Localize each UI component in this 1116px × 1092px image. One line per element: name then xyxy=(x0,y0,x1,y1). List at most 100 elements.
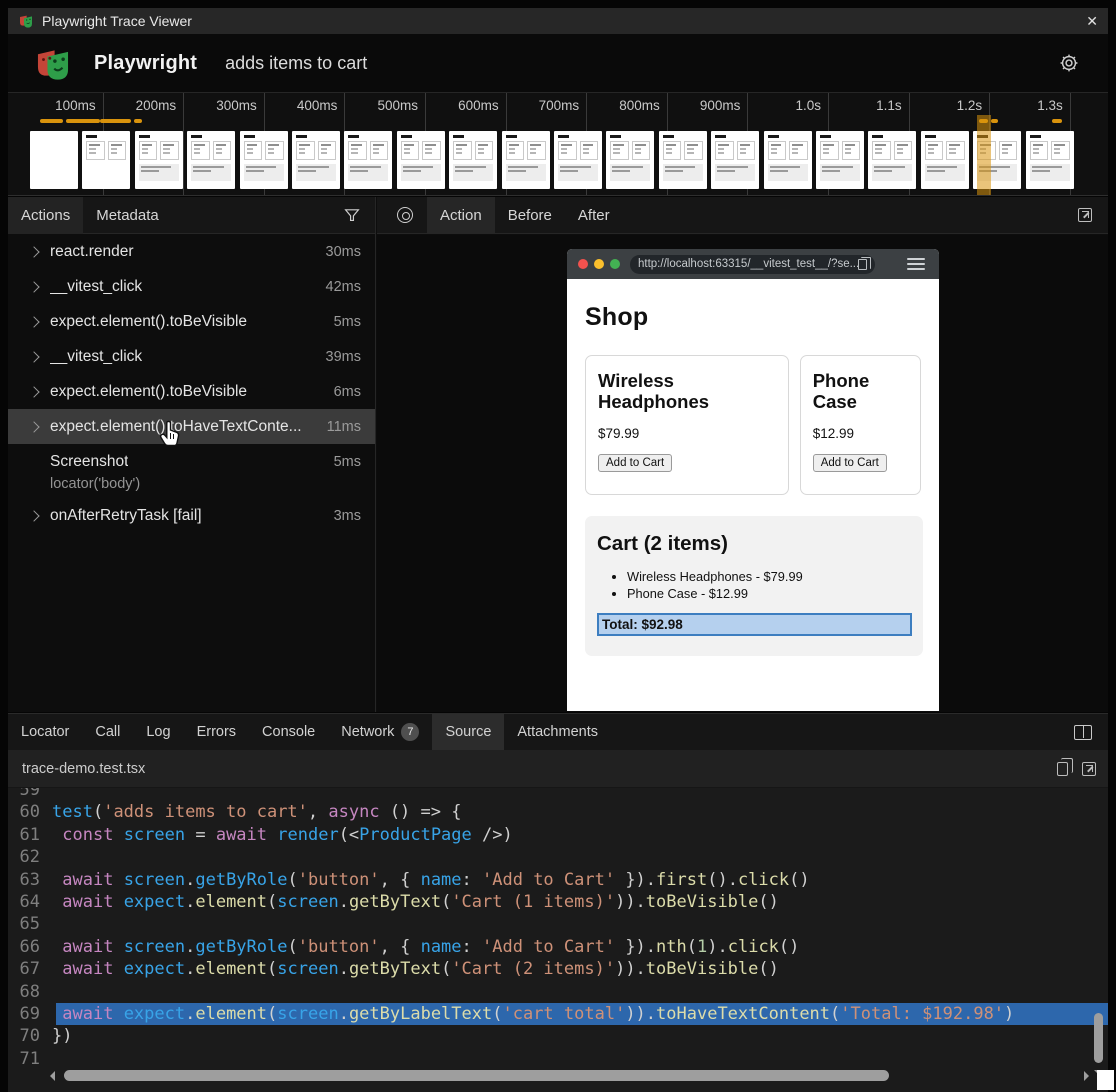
filmstrip-thumbnail[interactable] xyxy=(868,131,916,189)
filmstrip-thumbnail[interactable] xyxy=(1026,131,1074,189)
chevron-right-icon[interactable] xyxy=(28,246,39,257)
code-token: await xyxy=(62,870,113,890)
chevron-right-icon[interactable] xyxy=(28,316,39,327)
code-token: screen xyxy=(277,959,338,979)
code-token: )). xyxy=(625,1004,656,1024)
horizontal-scroll-thumb[interactable] xyxy=(64,1070,889,1081)
filmstrip-thumbnail[interactable] xyxy=(502,131,550,189)
tab-action[interactable]: Action xyxy=(427,197,495,234)
browser-chrome: http://localhost:63315/__vitest_test__/?… xyxy=(567,249,939,279)
action-row[interactable]: expect.element().toHaveTextConte...11ms xyxy=(8,409,375,444)
filmstrip-thumbnail[interactable] xyxy=(82,131,130,189)
filmstrip-thumbnail[interactable] xyxy=(187,131,235,189)
code-token xyxy=(52,892,62,912)
action-label: onAfterRetryTask [fail] xyxy=(50,507,202,525)
code-token: getByText xyxy=(349,892,441,912)
tab-log[interactable]: Log xyxy=(133,714,183,751)
action-label: __vitest_click xyxy=(50,348,142,366)
code-token: . xyxy=(185,1004,195,1024)
timeline-selection-band[interactable] xyxy=(977,115,991,196)
tab-before[interactable]: Before xyxy=(495,197,565,234)
copy-url-icon[interactable] xyxy=(858,259,867,270)
filmstrip-thumbnail[interactable] xyxy=(240,131,288,189)
line-number: 70 xyxy=(8,1025,52,1047)
code-line-highlighted: 69 await expect.element(screen.getByLabe… xyxy=(8,1003,1108,1025)
tab-console[interactable]: Console xyxy=(249,714,328,751)
open-source-external-icon[interactable] xyxy=(1082,762,1096,776)
action-duration: 39ms xyxy=(326,349,361,365)
code-token: () xyxy=(789,870,809,890)
scroll-right-arrow-icon[interactable] xyxy=(1084,1071,1089,1081)
tab-actions[interactable]: Actions xyxy=(8,197,83,234)
chevron-right-icon[interactable] xyxy=(28,510,39,521)
code-token xyxy=(113,937,123,957)
open-snapshot-external-icon[interactable] xyxy=(1078,208,1092,222)
tab-metadata[interactable]: Metadata xyxy=(83,197,172,234)
filmstrip-thumbnail[interactable] xyxy=(135,131,183,189)
filmstrip-thumbnail[interactable] xyxy=(449,131,497,189)
scroll-left-arrow-icon[interactable] xyxy=(50,1071,55,1081)
gear-icon[interactable] xyxy=(1058,52,1080,74)
line-number: 63 xyxy=(8,869,52,891)
filmstrip-thumbnail[interactable] xyxy=(397,131,445,189)
chevron-right-icon[interactable] xyxy=(28,281,39,292)
tab-attachments[interactable]: Attachments xyxy=(504,714,611,751)
action-row[interactable]: __vitest_click 39ms xyxy=(8,339,375,374)
action-row[interactable]: __vitest_click42ms xyxy=(8,269,375,304)
timeline[interactable]: 100ms200ms300ms400ms500ms600ms700ms800ms… xyxy=(8,92,1108,196)
vertical-scroll-thumb[interactable] xyxy=(1094,1013,1103,1063)
add-to-cart-button[interactable]: Add to Cart xyxy=(813,454,887,472)
action-row[interactable]: react.render30ms xyxy=(8,234,375,269)
action-row[interactable]: expect.element().toBeVisible5ms xyxy=(8,304,375,339)
chevron-right-icon[interactable] xyxy=(28,386,39,397)
action-row[interactable]: Screenshot5ms xyxy=(8,444,375,479)
tab-source[interactable]: Source xyxy=(432,714,504,751)
menu-icon[interactable] xyxy=(907,255,925,273)
code-token: element xyxy=(195,959,267,979)
code-token: = xyxy=(185,825,216,845)
code-token: . xyxy=(339,959,349,979)
url-bar[interactable]: http://localhost:63315/__vitest_test__/?… xyxy=(630,255,875,274)
tab-network[interactable]: Network7 xyxy=(328,714,432,751)
code-token: 'button' xyxy=(298,937,380,957)
traffic-light-green xyxy=(610,259,620,269)
filmstrip-thumbnail[interactable] xyxy=(344,131,392,189)
horizontal-scrollbar[interactable] xyxy=(8,1069,1096,1082)
filmstrip-thumbnail[interactable] xyxy=(921,131,969,189)
code-token: () xyxy=(758,892,778,912)
code-token: ) xyxy=(1004,1004,1014,1024)
action-row[interactable]: onAfterRetryTask [fail]3ms xyxy=(8,498,375,533)
timeline-tick-label: 200ms xyxy=(103,98,177,116)
action-row[interactable]: expect.element().toBeVisible6ms xyxy=(8,374,375,409)
tab-locator[interactable]: Locator xyxy=(8,714,82,751)
filmstrip-thumbnail[interactable] xyxy=(554,131,602,189)
cursor-pointer xyxy=(158,420,182,450)
filmstrip-thumbnail[interactable] xyxy=(30,131,78,189)
toggle-columns-icon[interactable] xyxy=(1074,725,1092,740)
filmstrip-thumbnail[interactable] xyxy=(606,131,654,189)
pick-locator-icon[interactable] xyxy=(397,207,413,223)
filmstrip-thumbnail[interactable] xyxy=(764,131,812,189)
vertical-scrollbar[interactable] xyxy=(1094,788,1104,1078)
code-token: }). xyxy=(615,870,656,890)
tab-after[interactable]: After xyxy=(565,197,623,234)
close-icon[interactable]: ✕ xyxy=(1086,13,1098,30)
code-token xyxy=(52,1004,62,1024)
chevron-right-icon[interactable] xyxy=(28,421,39,432)
cart-section: Cart (2 items) Wireless Headphones - $79… xyxy=(585,516,923,656)
filmstrip-thumbnail[interactable] xyxy=(711,131,759,189)
copy-source-icon[interactable] xyxy=(1057,762,1068,776)
filmstrip-thumbnail[interactable] xyxy=(292,131,340,189)
add-to-cart-button[interactable]: Add to Cart xyxy=(598,454,672,472)
chevron-right-icon[interactable] xyxy=(28,351,39,362)
tab-errors[interactable]: Errors xyxy=(184,714,249,751)
action-duration: 30ms xyxy=(326,244,361,260)
filmstrip-thumbnail[interactable] xyxy=(816,131,864,189)
filmstrip-thumbnail[interactable] xyxy=(659,131,707,189)
code-line: 63 await screen.getByRole('button', { na… xyxy=(8,869,1108,891)
source-code-viewer[interactable]: 5960test('adds items to cart', async () … xyxy=(8,788,1108,1092)
code-token: 'Cart (2 items)' xyxy=(451,959,615,979)
tab-call[interactable]: Call xyxy=(82,714,133,751)
code-token: . xyxy=(185,892,195,912)
filter-icon[interactable] xyxy=(343,207,361,224)
